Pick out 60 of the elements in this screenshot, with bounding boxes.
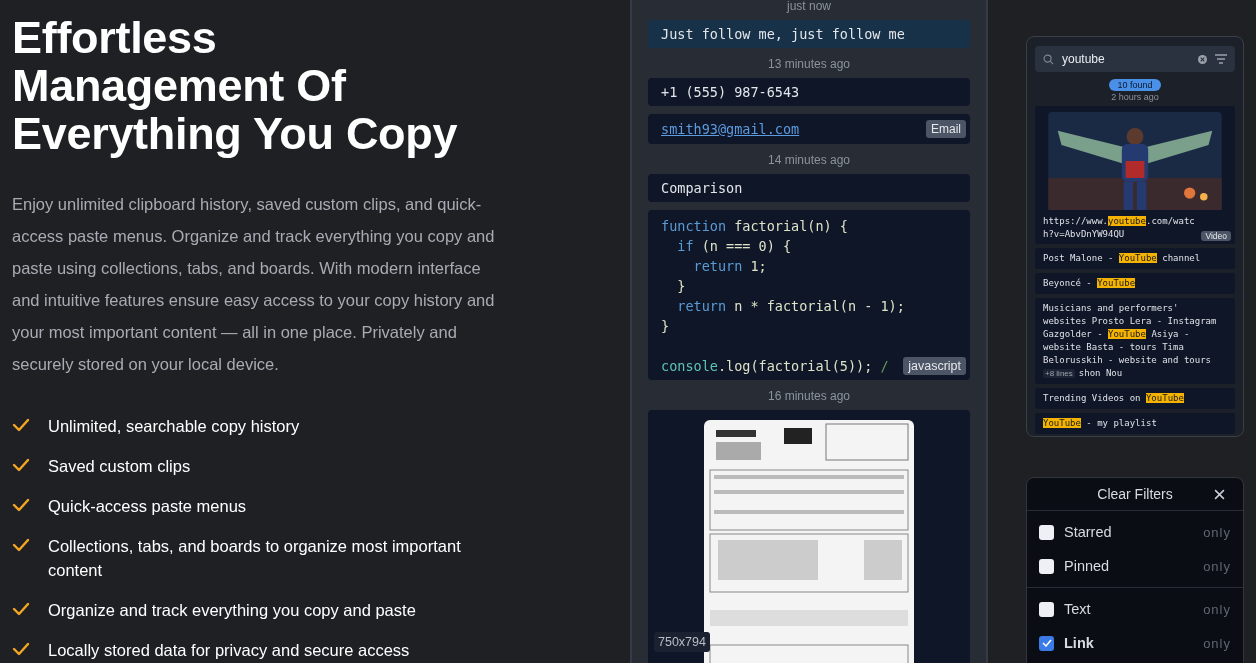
check-icon <box>12 538 30 552</box>
hero-title: Effortless Management Of Everything You Copy <box>12 14 459 158</box>
code-clip[interactable]: function factorial(n) { if (n === 0) { return 1; } return n * factorial(n - 1); } console.log(factorial(5)); / javascript <box>648 210 970 380</box>
clip-item[interactable]: smith93@gmail.com Email <box>648 114 970 144</box>
check-icon <box>12 498 30 512</box>
feature-text: Saved custom clips <box>48 456 192 477</box>
language-tag: javascript <box>903 357 966 375</box>
feature-text: Collections, tabs, and boards to organize most important content <box>48 536 462 581</box>
code-line: function factorial(n) { <box>661 217 849 236</box>
code-line: return n * factorial(n - 1); <box>676 297 906 316</box>
search-bar[interactable]: youtube <box>1035 46 1235 72</box>
search-icon <box>1043 53 1054 65</box>
feature-text: Organize and track everything you copy and paste <box>48 600 417 621</box>
filter-label: Link <box>1064 635 1095 651</box>
feature-text: Locally stored data for privacy and secure access <box>48 640 411 661</box>
code-line: return 1; <box>692 257 768 276</box>
clear-filters-button[interactable]: Clear Filters <box>1097 486 1173 502</box>
hero-description: Enjoy unlimited clipboard history, saved custom clips, and quick-access paste menus. Organize and track everything you copy and paste using collections, tabs, and boards. With modern interface and intuitive features ensure easy access to your copy history and your most important content — all in one place. Privately and securely stored on your local device. <box>12 194 496 375</box>
timestamp: 13 minutes ago <box>766 58 852 70</box>
email-link[interactable]: smith93@gmail.com <box>661 121 800 137</box>
checkbox[interactable] <box>1039 558 1054 574</box>
timestamp: just now <box>785 0 832 12</box>
code-line: console.log(factorial(5)); / <box>661 357 889 376</box>
image-clip[interactable]: 750x794 <box>648 410 970 663</box>
result-item[interactable]: YouTube - my playlist <box>1035 413 1235 434</box>
close-icon[interactable] <box>1214 489 1225 500</box>
feature-text: Quick-access paste menus <box>48 496 248 517</box>
clip-item[interactable]: Comparison <box>648 174 970 202</box>
checkbox[interactable] <box>1039 524 1054 540</box>
result-item[interactable]: Musicians and performers' websites Prosto Lera - Instagram Gazgolder - YouTube Asiya - website Basta - tours Tima Belorusskih - website and tours +8 lines shon Nou <box>1035 298 1235 384</box>
more-lines-badge: +8 lines <box>1043 369 1075 378</box>
results-count: 10 found <box>1109 79 1161 91</box>
code-line: } <box>661 317 671 336</box>
result-item[interactable]: Post Malone - YouTube channel <box>1035 248 1235 269</box>
type-tag: Email <box>926 120 966 138</box>
checkbox[interactable] <box>1039 601 1054 617</box>
check-icon <box>12 418 30 432</box>
check-icon <box>12 458 30 472</box>
filter-label: Starred <box>1064 524 1113 540</box>
result-item[interactable]: Trending Videos on YouTube <box>1035 388 1235 409</box>
result-text: shon Nou <box>1078 367 1123 380</box>
checkbox[interactable] <box>1039 635 1054 651</box>
code-line: if (n === 0) { <box>676 237 793 256</box>
timestamp: 2 hours ago <box>1110 92 1160 102</box>
result-item[interactable]: Beyoncé - YouTube <box>1035 273 1235 294</box>
timestamp: 16 minutes ago <box>766 390 852 402</box>
filter-label: Text <box>1064 601 1092 617</box>
search-field[interactable]: youtube <box>1062 52 1190 66</box>
clear-icon[interactable] <box>1198 54 1207 64</box>
check-icon <box>12 642 30 656</box>
code-line: } <box>676 277 687 296</box>
image-size: 750x794 <box>654 632 710 652</box>
clip-item[interactable]: +1 (555) 987-6543 <box>648 78 970 106</box>
type-tag: Video <box>1201 231 1231 241</box>
feature-text: Unlimited, searchable copy history <box>48 416 301 437</box>
check-icon <box>12 602 30 616</box>
filter-label: Pinned <box>1064 558 1111 574</box>
timestamp: 14 minutes ago <box>766 154 852 166</box>
filter-icon[interactable] <box>1215 54 1227 64</box>
clip-item[interactable]: Just follow me, just follow me <box>648 20 970 48</box>
